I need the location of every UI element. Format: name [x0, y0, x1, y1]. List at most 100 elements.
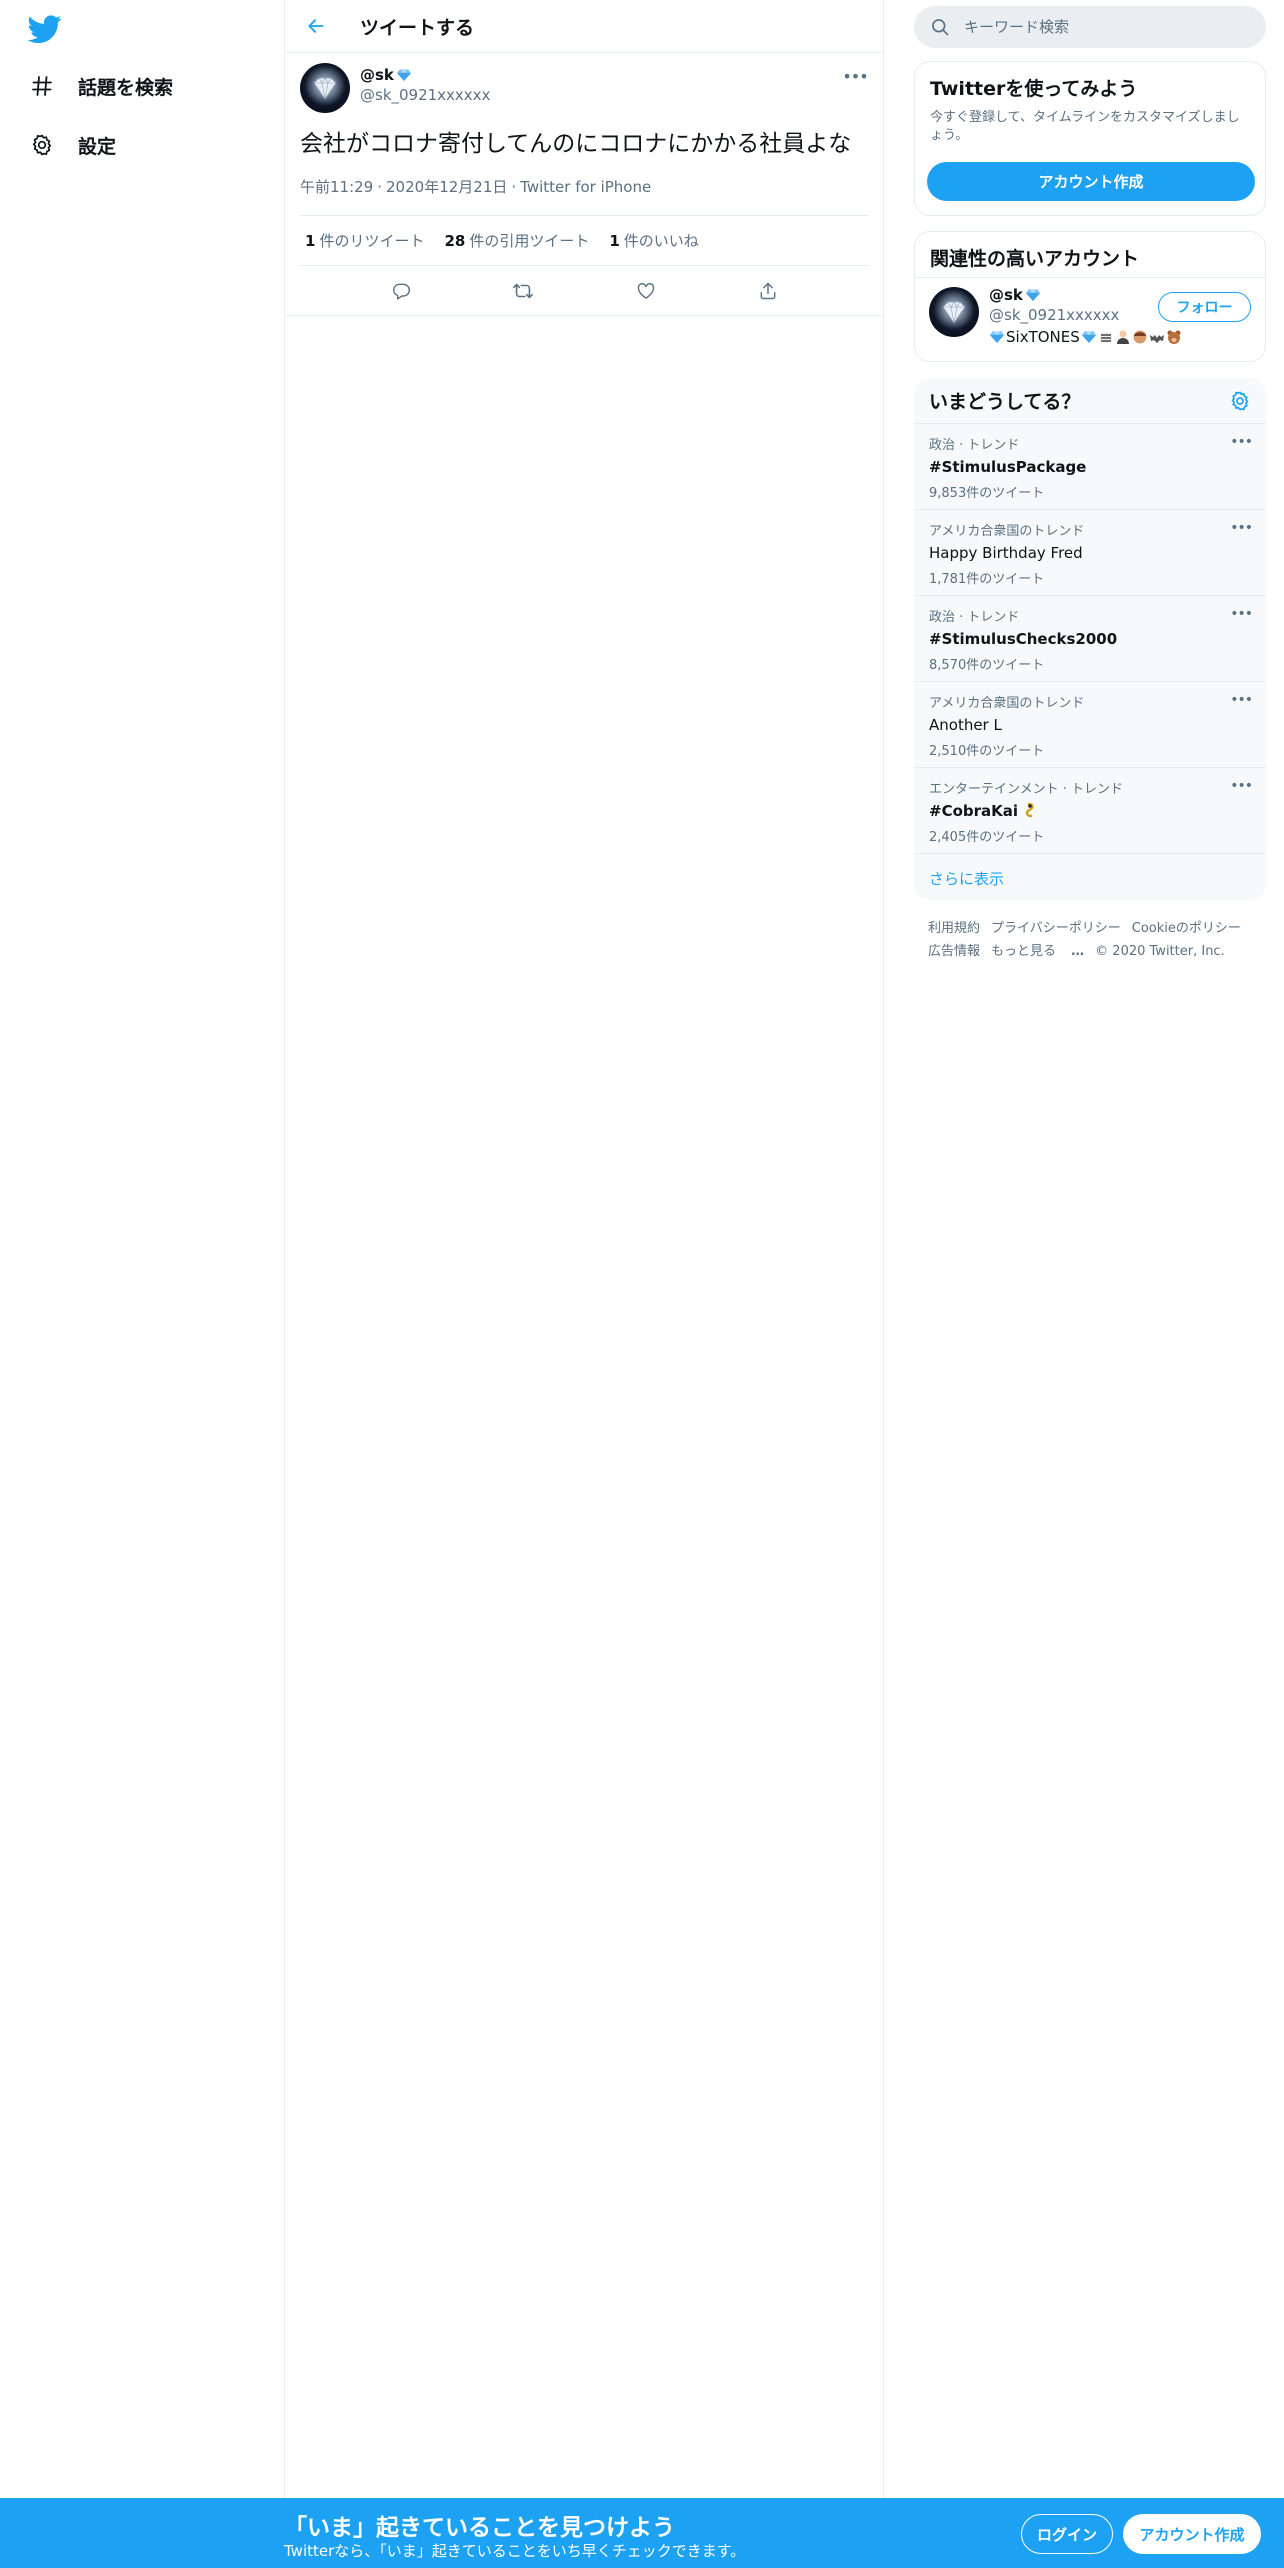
- footer-link[interactable]: プライバシーポリシー: [991, 921, 1121, 936]
- more-options-icon[interactable]: •••: [842, 67, 868, 86]
- nav-settings-label: 設定: [78, 135, 117, 158]
- account-bio-text: SixTONES: [1006, 328, 1080, 346]
- trend-count: 1,781件のツイート: [929, 572, 1045, 587]
- signup-card-title: Twitterを使ってみよう: [930, 78, 1138, 100]
- trend-context: アメリカ合衆国のトレンド: [929, 524, 1085, 539]
- trend-name: Another L: [929, 716, 1002, 734]
- tweet-stats: 1 件のリツイート 28 件の引用ツイート 1 件のいいね: [300, 215, 869, 266]
- account-name[interactable]: @sk: [989, 286, 1182, 304]
- back-button[interactable]: [296, 6, 336, 46]
- trend-context: 政治 · トレンド: [929, 438, 1020, 453]
- footer-more-link[interactable]: もっと見る …: [991, 944, 1084, 959]
- account-bio: SixTONES: [989, 328, 1182, 346]
- trends-card: いまどうしてる？ 政治 · トレンド #StimulusPackage 9,85…: [914, 378, 1266, 900]
- retweet-count-value: 1: [305, 232, 316, 250]
- tweet-meta: 午前11:29 · 2020年12月21日 · Twitter for iPhone: [300, 176, 869, 198]
- retweet-count-label: 件のリツイート: [319, 232, 425, 250]
- twitter-bird-icon[interactable]: [27, 12, 62, 46]
- follow-button[interactable]: フォロー: [1158, 292, 1251, 322]
- gear-icon: [28, 131, 56, 159]
- gem-emoji-icon: [396, 69, 411, 81]
- trend-item[interactable]: 政治 · トレンド #StimulusChecks2000 8,570件のツイー…: [914, 596, 1266, 682]
- retweet-count[interactable]: 1 件のリツイート: [305, 230, 424, 251]
- trend-name: #StimulusChecks2000: [929, 630, 1118, 648]
- more-options-icon[interactable]: •••: [1230, 606, 1253, 622]
- share-button[interactable]: [750, 273, 786, 309]
- trend-item[interactable]: アメリカ合衆国のトレンド Happy Birthday Fred 1,781件の…: [914, 510, 1266, 596]
- more-options-icon[interactable]: •••: [1230, 692, 1253, 708]
- tweet-actions: [300, 266, 869, 315]
- arrow-left-icon: [308, 19, 324, 33]
- separator-dot: ·: [511, 178, 517, 196]
- display-name-text: @sk: [360, 66, 394, 84]
- trend-item[interactable]: アメリカ合衆国のトレンド Another L 2,510件のツイート •••: [914, 682, 1266, 768]
- like-count[interactable]: 1 件のいいね: [609, 230, 698, 251]
- signup-card: Twitterを使ってみよう 今すぐ登録して、タイムラインをカスタマイズしましょ…: [914, 61, 1266, 216]
- footer-link[interactable]: 利用規約: [928, 921, 980, 936]
- user-handle[interactable]: @sk_0921xxxxxx: [360, 86, 490, 104]
- gem-emoji-icon: [1081, 331, 1096, 343]
- page-header: ツイートする: [286, 0, 883, 53]
- hashtag-icon: [28, 72, 56, 100]
- banner-signup-button[interactable]: アカウント作成: [1123, 2514, 1261, 2554]
- search-icon: [932, 19, 949, 36]
- like-icon: [637, 282, 654, 299]
- trend-item[interactable]: エンターテインメント · トレンド #CobraKai 2,405件のツイート …: [914, 768, 1266, 854]
- retweet-icon: [513, 283, 534, 298]
- more-options-icon[interactable]: •••: [1230, 434, 1253, 450]
- account-name-text: @sk: [989, 286, 1023, 304]
- share-icon: [760, 282, 776, 299]
- avatar[interactable]: [929, 287, 979, 337]
- reply-icon: [393, 283, 411, 300]
- copyright: © 2020 Twitter, Inc.: [1095, 944, 1225, 959]
- banner-title: 「いま」起きていることを見つけよう: [284, 2515, 675, 2541]
- avatar[interactable]: [300, 63, 350, 113]
- create-account-button[interactable]: アカウント作成: [927, 162, 1255, 201]
- trend-item[interactable]: 政治 · トレンド #StimulusPackage 9,853件のツイート •…: [914, 424, 1266, 510]
- gem-emoji-icon: [1025, 289, 1040, 301]
- search-input[interactable]: [964, 18, 1244, 36]
- trend-name: Happy Birthday Fred: [929, 544, 1083, 562]
- like-button[interactable]: [628, 273, 664, 309]
- tweet-author: @sk @sk_0921xxxxxx: [360, 66, 490, 104]
- more-options-icon[interactable]: •••: [1230, 778, 1253, 794]
- show-more-link[interactable]: さらに表示: [914, 854, 1266, 903]
- signup-card-description: 今すぐ登録して、タイムラインをカスタマイズしましょう。: [930, 110, 1240, 143]
- banner-subtitle: Twitterなら、「いま」起きていることをいち早くチェックできます。: [284, 2542, 746, 2560]
- like-count-value: 1: [609, 232, 620, 250]
- retweet-button[interactable]: [505, 273, 541, 309]
- login-button[interactable]: ログイン: [1021, 2514, 1113, 2554]
- tweet-source[interactable]: Twitter for iPhone: [520, 178, 651, 196]
- tweet: @sk @sk_0921xxxxxx ••• 会社がコロナ寄付してんのにコロナに…: [286, 53, 883, 316]
- trend-count: 9,853件のツイート: [929, 486, 1045, 501]
- signup-banner: 「いま」起きていることを見つけよう Twitterなら、「いま」起きていることを…: [0, 2498, 1284, 2568]
- divider: [286, 315, 883, 316]
- tweet-time[interactable]: 午前11:29: [300, 178, 373, 196]
- nav-settings[interactable]: 設定: [28, 125, 116, 165]
- gem-emoji-icon: [990, 331, 1004, 343]
- main-column: ツイートする @sk @sk_0921xxxxxx ••• 会社がコロナ寄付して…: [286, 0, 884, 2498]
- trend-name: #StimulusPackage: [929, 458, 1087, 476]
- trend-name: #CobraKai: [929, 802, 1019, 820]
- display-name[interactable]: @sk: [360, 66, 490, 84]
- quote-count[interactable]: 28 件の引用ツイート: [444, 230, 589, 251]
- tweet-header: @sk @sk_0921xxxxxx •••: [300, 63, 869, 117]
- cobra-kai-emoji-icon: [1025, 803, 1034, 818]
- nav-explore-label: 話題を検索: [78, 76, 174, 99]
- trends-title: いまどうしてる？: [929, 391, 1081, 413]
- bear-emoji-icon: [1167, 330, 1181, 344]
- nav-explore[interactable]: 話題を検索: [28, 66, 173, 106]
- trend-context: 政治 · トレンド: [929, 610, 1020, 625]
- quote-count-value: 28: [444, 232, 466, 250]
- search-box[interactable]: [914, 6, 1266, 48]
- person-emoji-icon: [1116, 330, 1129, 344]
- reply-button[interactable]: [383, 273, 419, 309]
- footer-link[interactable]: 広告情報: [928, 944, 980, 959]
- more-options-icon[interactable]: •••: [1230, 520, 1253, 536]
- account-handle: @sk_0921xxxxxx: [989, 306, 1120, 324]
- account-item[interactable]: @sk @sk_0921xxxxxx SixTONES フォロー: [915, 278, 1265, 362]
- tweet-date[interactable]: 2020年12月21日: [386, 178, 507, 196]
- footer-link[interactable]: Cookieのポリシー: [1132, 921, 1241, 936]
- trends-header: いまどうしてる？: [914, 378, 1266, 424]
- gear-icon[interactable]: [1229, 390, 1251, 412]
